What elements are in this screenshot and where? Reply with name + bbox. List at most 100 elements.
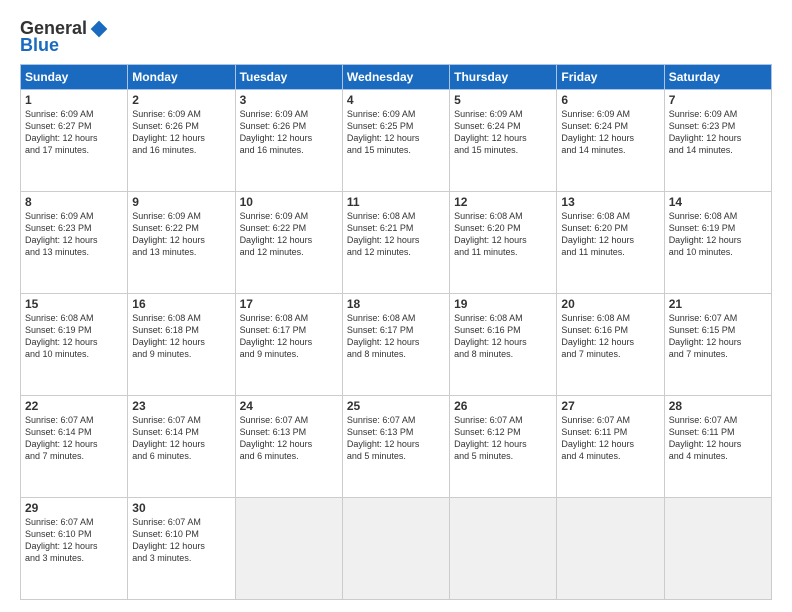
day-info: Sunrise: 6:07 AM Sunset: 6:14 PM Dayligh… xyxy=(25,414,123,463)
day-number: 12 xyxy=(454,195,552,209)
calendar-week-1: 1Sunrise: 6:09 AM Sunset: 6:27 PM Daylig… xyxy=(21,90,772,192)
calendar-cell: 24Sunrise: 6:07 AM Sunset: 6:13 PM Dayli… xyxy=(235,396,342,498)
calendar-cell: 17Sunrise: 6:08 AM Sunset: 6:17 PM Dayli… xyxy=(235,294,342,396)
day-info: Sunrise: 6:07 AM Sunset: 6:15 PM Dayligh… xyxy=(669,312,767,361)
day-number: 21 xyxy=(669,297,767,311)
day-info: Sunrise: 6:08 AM Sunset: 6:17 PM Dayligh… xyxy=(240,312,338,361)
day-info: Sunrise: 6:07 AM Sunset: 6:13 PM Dayligh… xyxy=(347,414,445,463)
day-info: Sunrise: 6:09 AM Sunset: 6:24 PM Dayligh… xyxy=(561,108,659,157)
calendar-cell: 5Sunrise: 6:09 AM Sunset: 6:24 PM Daylig… xyxy=(450,90,557,192)
day-number: 24 xyxy=(240,399,338,413)
calendar-cell xyxy=(450,498,557,600)
header: General Blue xyxy=(20,18,772,56)
day-number: 22 xyxy=(25,399,123,413)
day-info: Sunrise: 6:09 AM Sunset: 6:25 PM Dayligh… xyxy=(347,108,445,157)
day-number: 2 xyxy=(132,93,230,107)
calendar-cell: 19Sunrise: 6:08 AM Sunset: 6:16 PM Dayli… xyxy=(450,294,557,396)
calendar-cell: 30Sunrise: 6:07 AM Sunset: 6:10 PM Dayli… xyxy=(128,498,235,600)
day-info: Sunrise: 6:07 AM Sunset: 6:14 PM Dayligh… xyxy=(132,414,230,463)
day-number: 28 xyxy=(669,399,767,413)
calendar-cell: 26Sunrise: 6:07 AM Sunset: 6:12 PM Dayli… xyxy=(450,396,557,498)
day-number: 9 xyxy=(132,195,230,209)
day-info: Sunrise: 6:08 AM Sunset: 6:18 PM Dayligh… xyxy=(132,312,230,361)
logo: General Blue xyxy=(20,18,109,56)
day-number: 14 xyxy=(669,195,767,209)
day-info: Sunrise: 6:09 AM Sunset: 6:27 PM Dayligh… xyxy=(25,108,123,157)
calendar-week-3: 15Sunrise: 6:08 AM Sunset: 6:19 PM Dayli… xyxy=(21,294,772,396)
day-number: 5 xyxy=(454,93,552,107)
calendar-cell: 8Sunrise: 6:09 AM Sunset: 6:23 PM Daylig… xyxy=(21,192,128,294)
day-number: 10 xyxy=(240,195,338,209)
header-friday: Friday xyxy=(557,65,664,90)
day-number: 4 xyxy=(347,93,445,107)
day-number: 26 xyxy=(454,399,552,413)
calendar-cell xyxy=(235,498,342,600)
day-info: Sunrise: 6:09 AM Sunset: 6:26 PM Dayligh… xyxy=(240,108,338,157)
day-number: 11 xyxy=(347,195,445,209)
calendar-cell: 21Sunrise: 6:07 AM Sunset: 6:15 PM Dayli… xyxy=(664,294,771,396)
calendar-cell xyxy=(342,498,449,600)
calendar-cell xyxy=(664,498,771,600)
day-number: 13 xyxy=(561,195,659,209)
calendar-cell: 27Sunrise: 6:07 AM Sunset: 6:11 PM Dayli… xyxy=(557,396,664,498)
day-info: Sunrise: 6:09 AM Sunset: 6:22 PM Dayligh… xyxy=(240,210,338,259)
day-info: Sunrise: 6:08 AM Sunset: 6:20 PM Dayligh… xyxy=(454,210,552,259)
calendar-week-5: 29Sunrise: 6:07 AM Sunset: 6:10 PM Dayli… xyxy=(21,498,772,600)
day-number: 7 xyxy=(669,93,767,107)
day-info: Sunrise: 6:08 AM Sunset: 6:16 PM Dayligh… xyxy=(454,312,552,361)
day-number: 20 xyxy=(561,297,659,311)
calendar-cell: 10Sunrise: 6:09 AM Sunset: 6:22 PM Dayli… xyxy=(235,192,342,294)
day-info: Sunrise: 6:07 AM Sunset: 6:13 PM Dayligh… xyxy=(240,414,338,463)
day-number: 30 xyxy=(132,501,230,515)
calendar-cell: 18Sunrise: 6:08 AM Sunset: 6:17 PM Dayli… xyxy=(342,294,449,396)
day-number: 29 xyxy=(25,501,123,515)
calendar-cell: 9Sunrise: 6:09 AM Sunset: 6:22 PM Daylig… xyxy=(128,192,235,294)
day-number: 1 xyxy=(25,93,123,107)
day-info: Sunrise: 6:07 AM Sunset: 6:11 PM Dayligh… xyxy=(561,414,659,463)
calendar-cell: 6Sunrise: 6:09 AM Sunset: 6:24 PM Daylig… xyxy=(557,90,664,192)
header-wednesday: Wednesday xyxy=(342,65,449,90)
day-info: Sunrise: 6:08 AM Sunset: 6:16 PM Dayligh… xyxy=(561,312,659,361)
calendar-cell: 15Sunrise: 6:08 AM Sunset: 6:19 PM Dayli… xyxy=(21,294,128,396)
calendar-week-4: 22Sunrise: 6:07 AM Sunset: 6:14 PM Dayli… xyxy=(21,396,772,498)
calendar-cell: 16Sunrise: 6:08 AM Sunset: 6:18 PM Dayli… xyxy=(128,294,235,396)
calendar-cell: 28Sunrise: 6:07 AM Sunset: 6:11 PM Dayli… xyxy=(664,396,771,498)
calendar-table: Sunday Monday Tuesday Wednesday Thursday… xyxy=(20,64,772,600)
day-number: 23 xyxy=(132,399,230,413)
day-info: Sunrise: 6:08 AM Sunset: 6:21 PM Dayligh… xyxy=(347,210,445,259)
calendar-cell: 22Sunrise: 6:07 AM Sunset: 6:14 PM Dayli… xyxy=(21,396,128,498)
day-number: 19 xyxy=(454,297,552,311)
day-info: Sunrise: 6:08 AM Sunset: 6:19 PM Dayligh… xyxy=(25,312,123,361)
calendar-cell: 14Sunrise: 6:08 AM Sunset: 6:19 PM Dayli… xyxy=(664,192,771,294)
day-info: Sunrise: 6:09 AM Sunset: 6:23 PM Dayligh… xyxy=(669,108,767,157)
day-info: Sunrise: 6:08 AM Sunset: 6:20 PM Dayligh… xyxy=(561,210,659,259)
calendar-cell: 4Sunrise: 6:09 AM Sunset: 6:25 PM Daylig… xyxy=(342,90,449,192)
day-info: Sunrise: 6:08 AM Sunset: 6:17 PM Dayligh… xyxy=(347,312,445,361)
day-number: 16 xyxy=(132,297,230,311)
calendar-cell: 13Sunrise: 6:08 AM Sunset: 6:20 PM Dayli… xyxy=(557,192,664,294)
header-saturday: Saturday xyxy=(664,65,771,90)
day-info: Sunrise: 6:07 AM Sunset: 6:10 PM Dayligh… xyxy=(132,516,230,565)
header-sunday: Sunday xyxy=(21,65,128,90)
day-info: Sunrise: 6:09 AM Sunset: 6:23 PM Dayligh… xyxy=(25,210,123,259)
calendar-cell: 23Sunrise: 6:07 AM Sunset: 6:14 PM Dayli… xyxy=(128,396,235,498)
day-number: 18 xyxy=(347,297,445,311)
day-info: Sunrise: 6:07 AM Sunset: 6:12 PM Dayligh… xyxy=(454,414,552,463)
header-thursday: Thursday xyxy=(450,65,557,90)
calendar-page: General Blue Sunday Monday Tuesday Wedne… xyxy=(0,0,792,612)
day-info: Sunrise: 6:08 AM Sunset: 6:19 PM Dayligh… xyxy=(669,210,767,259)
calendar-cell: 25Sunrise: 6:07 AM Sunset: 6:13 PM Dayli… xyxy=(342,396,449,498)
day-number: 17 xyxy=(240,297,338,311)
day-number: 15 xyxy=(25,297,123,311)
logo-icon xyxy=(89,19,109,39)
calendar-week-2: 8Sunrise: 6:09 AM Sunset: 6:23 PM Daylig… xyxy=(21,192,772,294)
calendar-cell: 11Sunrise: 6:08 AM Sunset: 6:21 PM Dayli… xyxy=(342,192,449,294)
header-monday: Monday xyxy=(128,65,235,90)
day-number: 27 xyxy=(561,399,659,413)
day-number: 3 xyxy=(240,93,338,107)
calendar-cell: 1Sunrise: 6:09 AM Sunset: 6:27 PM Daylig… xyxy=(21,90,128,192)
day-info: Sunrise: 6:07 AM Sunset: 6:10 PM Dayligh… xyxy=(25,516,123,565)
weekday-header-row: Sunday Monday Tuesday Wednesday Thursday… xyxy=(21,65,772,90)
calendar-cell: 2Sunrise: 6:09 AM Sunset: 6:26 PM Daylig… xyxy=(128,90,235,192)
day-info: Sunrise: 6:09 AM Sunset: 6:22 PM Dayligh… xyxy=(132,210,230,259)
